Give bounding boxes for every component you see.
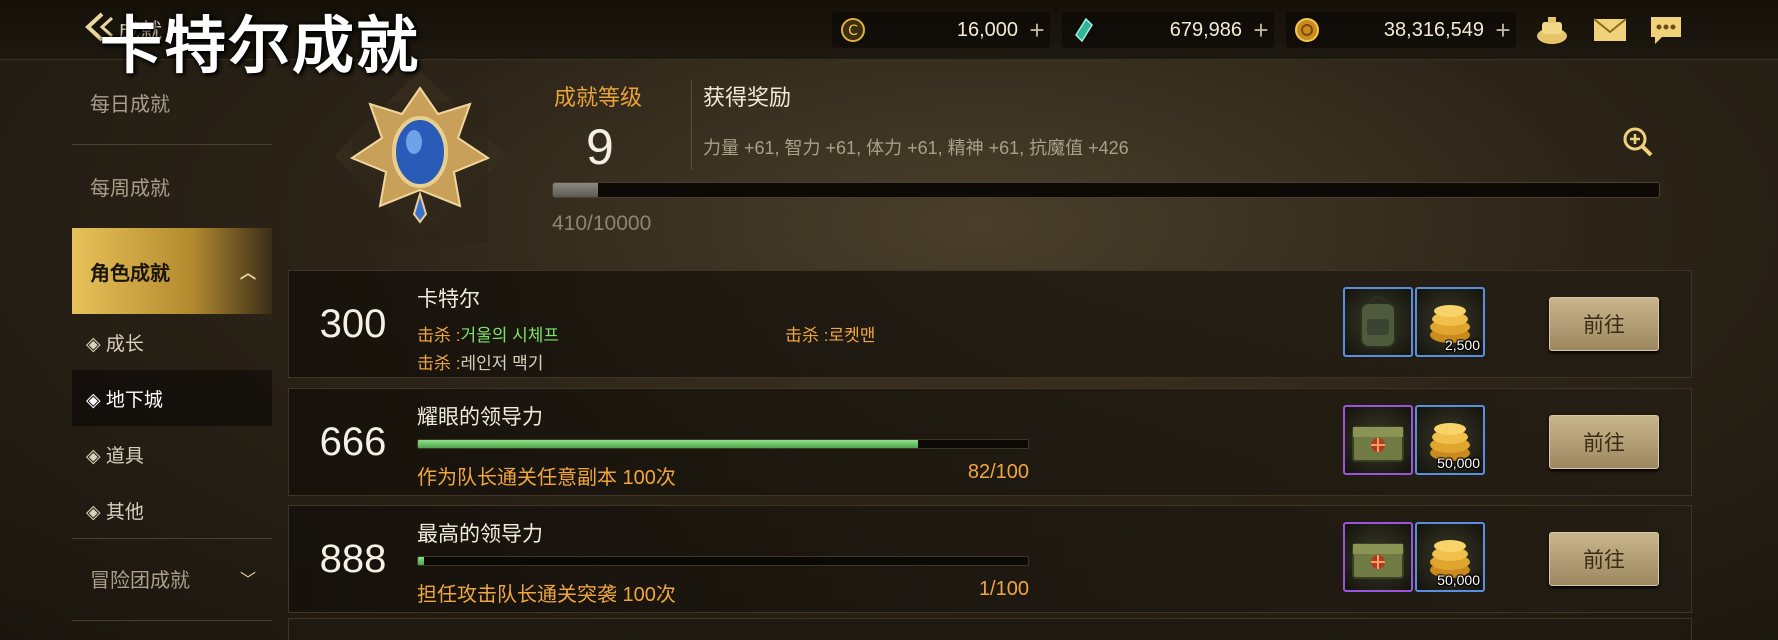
- divider: [72, 620, 272, 621]
- gold-value: 38,316,549: [1383, 18, 1484, 41]
- reward-slot[interactable]: [1343, 405, 1413, 475]
- sidebar: 每日成就 每周成就 角色成就 ︿ ◈ 成长 ◈ 地下城 ◈ 道具 ◈ 其他 冒险…: [72, 60, 272, 640]
- kill-requirement: 击杀 :로켓맨: [785, 321, 875, 346]
- achievement-progress-bar: [417, 556, 1029, 566]
- currency-gold: 38,316,549 +: [1286, 12, 1516, 48]
- kill-prefix: 击杀 :: [417, 354, 461, 373]
- divider: [72, 144, 272, 145]
- achievement-row: 888 最高的领导力 担任攻击队长通关突袭 100次 1/100 50,000 …: [288, 505, 1692, 613]
- overlay-title: 卡特尔成就: [100, 12, 421, 81]
- xp-progress-fill: [553, 183, 599, 197]
- crystal-icon: [1068, 15, 1098, 45]
- reward-label: 获得奖励: [703, 85, 792, 110]
- achievement-points: 888: [319, 536, 387, 581]
- xp-progress-bar: [552, 182, 1660, 198]
- achievement-title: 耀眼的领导力: [417, 406, 543, 429]
- reward-slot[interactable]: 50,000: [1415, 522, 1485, 592]
- sidebar-item-label: 冒险团成就: [90, 569, 190, 592]
- kill-target: 로켓맨: [828, 326, 876, 345]
- add-cera-button[interactable]: +: [1024, 17, 1050, 43]
- reward-stats: 力量 +61, 智力 +61, 体力 +61, 精神 +61, 抗魔值 +426: [703, 138, 1129, 158]
- sidebar-item-label: 每周成就: [90, 177, 170, 200]
- achievement-emblem-icon: [330, 66, 510, 246]
- sidebar-sub-label: ◈ 其他: [86, 501, 144, 523]
- go-button[interactable]: 前往: [1549, 297, 1659, 351]
- chevron-down-icon: ﹀: [239, 572, 256, 589]
- achievement-points: 666: [319, 419, 387, 464]
- reward-slot[interactable]: 50,000: [1415, 405, 1485, 475]
- sidebar-item-label: 角色成就: [90, 262, 170, 285]
- treasure-chest-icon: [1352, 543, 1404, 579]
- currency-cera: C 16,000 +: [832, 12, 1050, 48]
- progress-count: 1/100: [978, 578, 1029, 600]
- reward-slot[interactable]: 2,500: [1415, 287, 1485, 357]
- achievement-row: 300 卡特尔 击杀 :거울의 시체프 击杀 :로켓맨 击杀 :레인저 맥기 2…: [288, 270, 1692, 378]
- progress-description: 作为队长通关任意副本 100次: [417, 467, 676, 489]
- reward-slot[interactable]: [1343, 287, 1413, 357]
- achievement-progress-bar: [417, 439, 1029, 449]
- coin-pouch-icon[interactable]: [1534, 14, 1570, 46]
- svg-text:C: C: [848, 23, 858, 39]
- currency-crystal: 679,986 +: [1062, 12, 1274, 48]
- cera-point-icon: C: [838, 15, 868, 45]
- reward-quantity: 50,000: [1437, 572, 1480, 588]
- sidebar-item-adventure[interactable]: 冒险团成就 ﹀: [72, 554, 272, 602]
- reward-quantity: 2,500: [1444, 337, 1480, 353]
- crystal-value: 679,986: [1169, 18, 1242, 41]
- sidebar-sub-label: ◈ 地下城: [86, 389, 163, 411]
- sidebar-item-daily[interactable]: 每日成就: [72, 80, 272, 124]
- sidebar-sub-growth[interactable]: ◈ 成长: [72, 314, 272, 370]
- add-gold-button[interactable]: +: [1490, 17, 1516, 43]
- sidebar-sub-items[interactable]: ◈ 道具: [72, 426, 272, 482]
- level-value: 9: [586, 119, 614, 175]
- sidebar-item-label: 每日成就: [90, 93, 170, 116]
- chat-icon[interactable]: [1648, 14, 1684, 46]
- kill-target: 레인저 맥기: [460, 354, 544, 373]
- treasure-chest-icon: [1352, 426, 1404, 462]
- reward-slot[interactable]: [1343, 522, 1413, 592]
- chevron-up-icon: ︿: [239, 265, 256, 282]
- divider: [691, 80, 692, 170]
- achievement-progress-fill: [418, 557, 425, 565]
- sidebar-sub-label: ◈ 成长: [86, 333, 144, 355]
- go-button[interactable]: 前往: [1549, 415, 1659, 469]
- sidebar-item-weekly[interactable]: 每周成就: [72, 164, 272, 208]
- sidebar-sub-other[interactable]: ◈ 其他: [72, 482, 272, 538]
- go-button[interactable]: 前往: [1549, 532, 1659, 586]
- progress-count: 82/100: [967, 461, 1029, 483]
- add-crystal-button[interactable]: +: [1248, 17, 1274, 43]
- achievement-title: 最高的领导力: [417, 523, 543, 546]
- kill-requirement: 击杀 :레인저 맥기: [417, 349, 543, 374]
- progress-description: 担任攻击队长通关突袭 100次: [417, 584, 676, 606]
- sidebar-sub-label: ◈ 道具: [86, 445, 144, 467]
- kill-target: 거울의 시체프: [460, 326, 560, 345]
- reward-quantity: 50,000: [1437, 455, 1480, 471]
- level-label: 成就等级: [554, 85, 643, 110]
- backpack-icon: [1360, 295, 1396, 348]
- kill-prefix: 击杀 :: [785, 326, 829, 345]
- achievement-row: 666 耀眼的领导力 作为队长通关任意副本 100次 82/100 50,000…: [288, 388, 1692, 496]
- kill-prefix: 击杀 :: [417, 326, 461, 345]
- gold-coin-icon: [1292, 15, 1322, 45]
- mail-icon[interactable]: [1592, 14, 1628, 46]
- achievement-progress-fill: [418, 440, 919, 448]
- kill-requirement: 击杀 :거울의 시체프: [417, 321, 559, 346]
- achievement-row-partial: [288, 618, 1692, 640]
- achievement-points: 300: [319, 301, 387, 346]
- zoom-in-icon[interactable]: [1622, 126, 1654, 158]
- xp-text: 410/10000: [552, 212, 652, 235]
- achievement-title: 卡特尔: [417, 288, 480, 311]
- sidebar-sub-dungeon[interactable]: ◈ 地下城: [72, 370, 272, 426]
- divider: [72, 538, 272, 539]
- sidebar-item-character[interactable]: 角色成就 ︿: [72, 228, 272, 314]
- cera-value: 16,000: [956, 18, 1018, 41]
